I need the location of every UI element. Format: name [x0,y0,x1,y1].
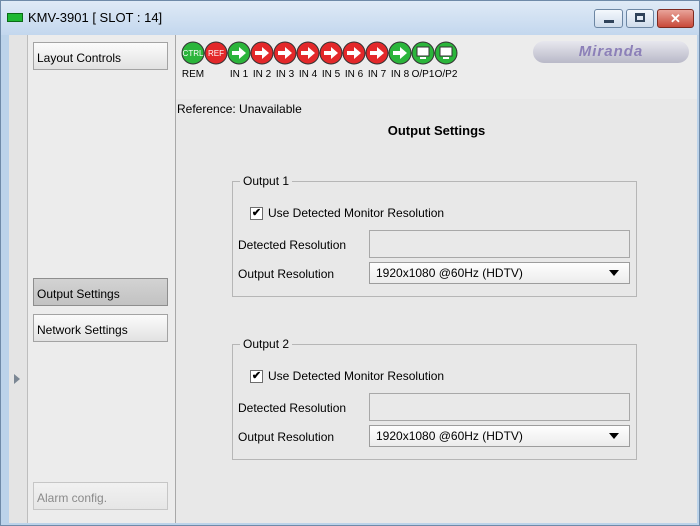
monitor-icon [434,41,458,65]
dropdown-arrow-icon[interactable] [609,433,619,439]
detected-resolution-field [369,393,630,421]
reference-status: Reference: Unavailable [177,102,302,116]
status-icon-2[interactable]: IN 1 [227,41,251,80]
status-icon-7[interactable]: IN 6 [342,41,366,80]
checkbox-label[interactable]: Use Detected Monitor Resolution [268,369,444,383]
status-icon-9[interactable]: IN 8 [388,41,412,80]
status-icon-5[interactable]: IN 4 [296,41,320,80]
badge-text: CTRL [183,49,204,58]
close-button[interactable]: ✕ [657,9,694,28]
content-pane: CTRL REM REF IN 1 IN 2 IN 3 IN 4 IN 5 IN 6 IN 7 IN… [176,35,697,523]
input-arrow-icon [273,41,297,65]
selected-value: 1920x1080 @60Hz (HDTV) [376,266,523,280]
close-icon: ✕ [670,11,681,26]
status-icon-6[interactable]: IN 5 [319,41,343,80]
use-detected-resolution-checkbox[interactable]: ✔ [250,207,263,220]
group-legend: Output 2 [240,337,293,351]
maximize-icon [635,13,645,22]
status-badge-icon: REF [204,41,228,65]
status-icon-1[interactable]: REF [204,41,228,65]
input-arrow-icon [342,41,366,65]
status-icons: CTRL REM REF IN 1 IN 2 IN 3 IN 4 IN 5 IN 6 IN 7 IN… [181,41,536,87]
input-arrow-icon [227,41,251,65]
status-icon-3[interactable]: IN 2 [250,41,274,80]
status-icon-0[interactable]: CTRL REM [181,41,205,80]
input-arrow-icon [365,41,389,65]
status-icon-label: O/P2 [434,69,458,80]
brand-logo: Miranda [533,41,689,63]
status-icon-4[interactable]: IN 3 [273,41,297,80]
detected-resolution-label: Detected Resolution [238,238,347,252]
output-1-group: Output 1 ✔ Use Detected Monitor Resoluti… [232,174,637,297]
collapse-strip[interactable] [9,35,28,523]
status-icon-label: REM [181,69,205,80]
maximize-button[interactable] [626,9,654,28]
status-icon-8[interactable]: IN 7 [365,41,389,80]
group-legend: Output 1 [240,174,293,188]
sidebar-item-network-settings[interactable]: Network Settings [33,314,168,342]
badge-text: REF [208,49,224,58]
app-window: KMV-3901 [ SLOT : 14] ✕ Layout Controls … [0,0,700,526]
page-title: Output Settings [387,123,486,138]
sidebar-item-output-settings[interactable]: Output Settings [33,278,168,306]
sidebar-item-alarm-config[interactable]: Alarm config. [33,482,168,510]
output-resolution-select[interactable]: 1920x1080 @60Hz (HDTV) [369,425,630,447]
expand-arrow-icon[interactable] [14,374,20,384]
status-badge-icon: CTRL [181,41,205,65]
detected-resolution-field [369,230,630,258]
input-arrow-icon [296,41,320,65]
status-bar: CTRL REM REF IN 1 IN 2 IN 3 IN 4 IN 5 IN 6 IN 7 IN… [176,35,697,99]
window-title: KMV-3901 [ SLOT : 14] [28,10,163,25]
minimize-icon [604,20,614,23]
status-icon-10[interactable]: O/P1 [411,41,435,80]
title-bar: KMV-3901 [ SLOT : 14] ✕ [1,1,699,35]
checkbox-label[interactable]: Use Detected Monitor Resolution [268,206,444,220]
minimize-button[interactable] [594,9,623,28]
dropdown-arrow-icon[interactable] [609,270,619,276]
output-resolution-label: Output Resolution [238,267,335,281]
status-icon-11[interactable]: O/P2 [434,41,458,80]
output-2-group: Output 2 ✔ Use Detected Monitor Resoluti… [232,337,637,460]
selected-value: 1920x1080 @60Hz (HDTV) [376,429,523,443]
sidebar-item-layout-controls[interactable]: Layout Controls [33,42,168,70]
device-icon [7,13,23,22]
detected-resolution-label: Detected Resolution [238,401,347,415]
input-arrow-icon [250,41,274,65]
input-arrow-icon [388,41,412,65]
monitor-icon [411,41,435,65]
input-arrow-icon [319,41,343,65]
output-resolution-select[interactable]: 1920x1080 @60Hz (HDTV) [369,262,630,284]
sidebar: Layout Controls Output Settings Network … [28,35,176,523]
output-resolution-label: Output Resolution [238,430,335,444]
use-detected-resolution-checkbox[interactable]: ✔ [250,370,263,383]
